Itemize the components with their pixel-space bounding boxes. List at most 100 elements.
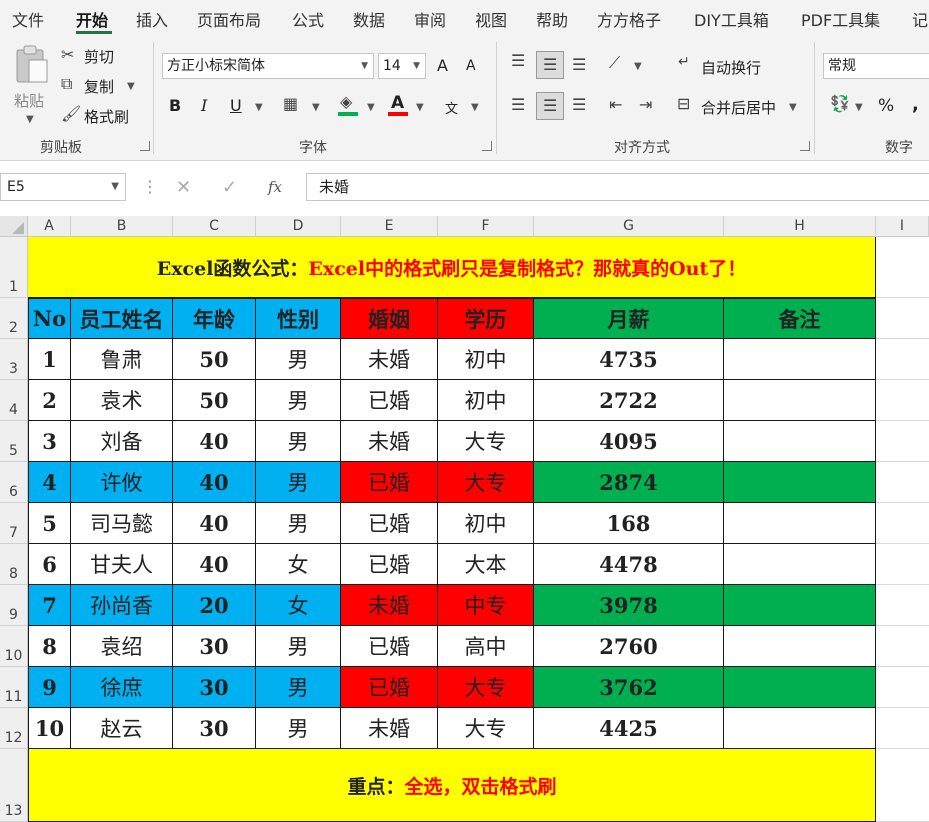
column-header-e[interactable]: E bbox=[341, 216, 438, 237]
paste-button[interactable]: 粘贴 ▼ bbox=[8, 44, 54, 128]
table-cell[interactable]: 1 bbox=[28, 339, 71, 380]
table-cell[interactable]: 50 bbox=[173, 339, 256, 380]
table-cell[interactable]: 2874 bbox=[534, 462, 724, 503]
table-cell[interactable]: 30 bbox=[173, 626, 256, 667]
table-cell[interactable]: 大专 bbox=[438, 667, 534, 708]
tab-file[interactable]: 文件 bbox=[12, 7, 44, 31]
table-cell[interactable]: 徐庶 bbox=[71, 667, 173, 708]
table-cell[interactable]: 40 bbox=[173, 421, 256, 462]
font-color-button[interactable]: A bbox=[391, 93, 404, 113]
row-header-4[interactable]: 4 bbox=[0, 380, 28, 421]
row-header-1[interactable]: 1 bbox=[0, 237, 28, 298]
table-cell[interactable]: 3978 bbox=[534, 585, 724, 626]
table-cell[interactable]: 甘夫人 bbox=[71, 544, 173, 585]
insert-function-button[interactable]: fx bbox=[268, 178, 282, 196]
table-cell[interactable]: 168 bbox=[534, 503, 724, 544]
table-cell[interactable]: 刘备 bbox=[71, 421, 173, 462]
table-cell[interactable]: 已婚 bbox=[341, 667, 438, 708]
align-top-icon[interactable]: ☰ bbox=[511, 53, 525, 69]
table-cell[interactable] bbox=[724, 544, 876, 585]
table-cell[interactable]: 鲁肃 bbox=[71, 339, 173, 380]
cut-button[interactable]: 剪切 bbox=[84, 46, 114, 67]
table-cell[interactable]: 9 bbox=[28, 667, 71, 708]
comma-style-button[interactable]: , bbox=[912, 94, 919, 115]
row-header-10[interactable]: 10 bbox=[0, 626, 28, 667]
table-cell[interactable] bbox=[724, 380, 876, 421]
table-cell[interactable]: 4735 bbox=[534, 339, 724, 380]
decrease-indent-icon[interactable]: ⇤ bbox=[609, 97, 622, 113]
wrap-text-button[interactable]: 自动换行 bbox=[701, 57, 761, 78]
table-cell[interactable]: 大专 bbox=[438, 708, 534, 749]
table-cell[interactable]: 6 bbox=[28, 544, 71, 585]
grow-font-button[interactable]: A bbox=[437, 56, 448, 75]
row-header-2[interactable]: 2 bbox=[0, 298, 28, 339]
underline-button[interactable]: U bbox=[230, 96, 242, 115]
table-cell[interactable]: 4425 bbox=[534, 708, 724, 749]
table-cell[interactable]: 4095 bbox=[534, 421, 724, 462]
table-cell[interactable]: 许攸 bbox=[71, 462, 173, 503]
name-box[interactable]: E5 ▼ bbox=[0, 173, 126, 201]
table-cell[interactable]: 初中 bbox=[438, 380, 534, 421]
tab-review[interactable]: 审阅 bbox=[414, 7, 446, 31]
table-cell[interactable]: 2722 bbox=[534, 380, 724, 421]
table-cell[interactable]: 30 bbox=[173, 667, 256, 708]
merge-center-button[interactable]: 合并后居中 bbox=[701, 97, 776, 118]
column-header-c[interactable]: C bbox=[173, 216, 256, 237]
table-cell[interactable]: 男 bbox=[256, 503, 341, 544]
table-cell[interactable]: 3 bbox=[28, 421, 71, 462]
table-cell[interactable]: 男 bbox=[256, 667, 341, 708]
font-name-select[interactable]: 方正小标宋简体 ▼ bbox=[162, 53, 374, 79]
table-cell[interactable]: 初中 bbox=[438, 503, 534, 544]
table-cell[interactable]: 初中 bbox=[438, 339, 534, 380]
tab-truncated[interactable]: 记 bbox=[912, 7, 928, 31]
table-cell[interactable] bbox=[724, 503, 876, 544]
table-cell[interactable]: 10 bbox=[28, 708, 71, 749]
table-cell[interactable]: 女 bbox=[256, 544, 341, 585]
row-header-13[interactable]: 13 bbox=[0, 749, 28, 822]
table-cell[interactable]: 2760 bbox=[534, 626, 724, 667]
cancel-icon[interactable]: ✕ bbox=[176, 179, 191, 197]
table-cell[interactable]: 大专 bbox=[438, 421, 534, 462]
row-header-8[interactable]: 8 bbox=[0, 544, 28, 585]
tab-diy-toolbox[interactable]: DIY工具箱 bbox=[694, 7, 769, 31]
row-header-7[interactable]: 7 bbox=[0, 503, 28, 544]
table-cell[interactable]: 高中 bbox=[438, 626, 534, 667]
tab-formulas[interactable]: 公式 bbox=[292, 7, 324, 31]
dialog-launcher-icon[interactable] bbox=[482, 141, 492, 151]
table-cell[interactable] bbox=[724, 421, 876, 462]
footer-banner-cell[interactable]: 重点： 全选，双击格式刷 bbox=[28, 749, 876, 822]
tab-pdf-tools[interactable]: PDF工具集 bbox=[801, 7, 880, 31]
formula-input[interactable]: 未婚 bbox=[306, 173, 929, 201]
table-cell[interactable]: 40 bbox=[173, 544, 256, 585]
table-cell[interactable]: 已婚 bbox=[341, 544, 438, 585]
table-cell[interactable] bbox=[724, 708, 876, 749]
tab-help[interactable]: 帮助 bbox=[536, 7, 568, 31]
table-cell[interactable]: 4478 bbox=[534, 544, 724, 585]
row-header-12[interactable]: 12 bbox=[0, 708, 28, 749]
tab-home[interactable]: 开始 bbox=[76, 7, 108, 31]
table-cell[interactable]: 8 bbox=[28, 626, 71, 667]
tab-fangfang[interactable]: 方方格子 bbox=[597, 7, 661, 31]
table-cell[interactable]: 男 bbox=[256, 708, 341, 749]
orientation-icon[interactable]: ⟋ bbox=[609, 55, 620, 71]
table-cell[interactable] bbox=[724, 626, 876, 667]
table-cell[interactable]: 3762 bbox=[534, 667, 724, 708]
fill-color-icon[interactable]: ◈ bbox=[340, 94, 352, 110]
phonetic-button[interactable]: 文 bbox=[445, 98, 458, 117]
header-cell[interactable]: 月薪 bbox=[534, 298, 724, 339]
bold-button[interactable]: B bbox=[169, 96, 181, 115]
column-header-d[interactable]: D bbox=[256, 216, 341, 237]
font-size-select[interactable]: 14 ▼ bbox=[378, 53, 426, 79]
table-cell[interactable]: 7 bbox=[28, 585, 71, 626]
header-cell[interactable]: 员工姓名 bbox=[71, 298, 173, 339]
tab-data[interactable]: 数据 bbox=[353, 7, 385, 31]
header-cell[interactable]: No bbox=[28, 298, 71, 339]
row-header-11[interactable]: 11 bbox=[0, 667, 28, 708]
table-cell[interactable] bbox=[724, 585, 876, 626]
title-banner-cell[interactable]: Excel函数公式： Excel中的格式刷只是复制格式？那就真的Out了！ bbox=[28, 237, 876, 298]
table-cell[interactable]: 男 bbox=[256, 380, 341, 421]
table-cell[interactable]: 未婚 bbox=[341, 339, 438, 380]
increase-indent-icon[interactable]: ⇥ bbox=[639, 97, 652, 113]
row-header-6[interactable]: 6 bbox=[0, 462, 28, 503]
table-cell[interactable]: 大专 bbox=[438, 462, 534, 503]
